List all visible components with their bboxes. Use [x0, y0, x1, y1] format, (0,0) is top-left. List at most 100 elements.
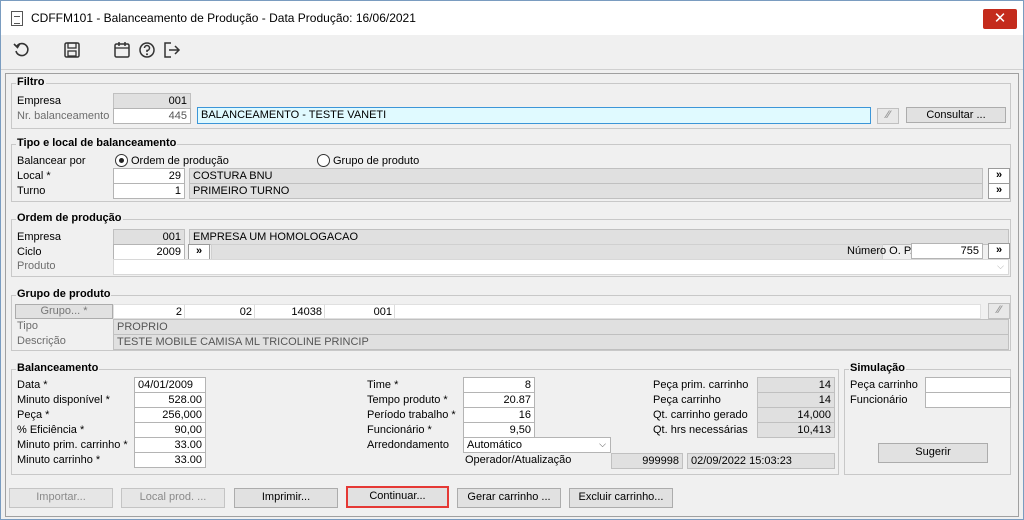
tempo-produto-field[interactable]: 20.87 — [463, 392, 535, 408]
minuto-carrinho-field[interactable]: 33.00 — [134, 452, 206, 468]
balanceamento-title: Balanceamento — [16, 362, 100, 374]
ordem-empresa-label: Empresa — [17, 231, 62, 243]
grupo-codes-row: 2 02 14038 001 — [113, 304, 981, 319]
undo-icon[interactable] — [13, 41, 31, 59]
qt-hrs-necessarias-field: 10,413 — [757, 422, 835, 438]
turno-lookup-button[interactable]: » — [988, 183, 1010, 199]
nr-balanceamento-field[interactable]: 445 — [113, 108, 191, 124]
tempo-produto-label: Tempo produto * — [367, 394, 448, 406]
arredondamento-label: Arredondamento — [367, 439, 449, 451]
descricao-label: Descrição — [17, 335, 66, 347]
consultar-button[interactable]: Consultar ... — [906, 107, 1006, 123]
eficiencia-field[interactable]: 90,00 — [134, 422, 206, 438]
ciclo-field[interactable]: 2009 — [113, 244, 185, 260]
turno-code-field[interactable]: 1 — [113, 183, 185, 199]
funcionario-field[interactable]: 9,50 — [463, 422, 535, 438]
peca-label: Peça * — [17, 409, 50, 421]
minuto-disponivel-label: Minuto disponível * — [17, 394, 110, 406]
radio-ordem-producao[interactable] — [115, 154, 128, 167]
time-field[interactable]: 8 — [463, 377, 535, 393]
local-lookup-button[interactable]: » — [988, 168, 1010, 184]
radio-ordem-label[interactable]: Ordem de produção — [131, 155, 229, 167]
importar-button[interactable]: Importar... — [9, 488, 113, 508]
grupo-button[interactable]: Grupo... * — [15, 304, 113, 319]
sim-peca-carrinho-field[interactable] — [925, 377, 1011, 393]
grupo-edit-button[interactable]: ⁄⁄ — [988, 303, 1010, 319]
save-icon[interactable] — [63, 41, 81, 59]
sugerir-button[interactable]: Sugerir — [878, 443, 988, 463]
empresa-label: Empresa — [17, 95, 62, 107]
funcionario-label: Funcionário * — [367, 424, 432, 436]
grupo-cell-divider — [184, 305, 185, 318]
radio-grupo-label[interactable]: Grupo de produto — [333, 155, 419, 167]
turno-label: Turno — [17, 185, 46, 197]
operador-field: 999998 — [611, 453, 683, 469]
ordem-empresa-code-field: 001 — [113, 229, 185, 245]
atualizacao-field: 02/09/2022 15:03:23 — [687, 453, 835, 469]
grupo-code-4: 001 — [373, 306, 392, 318]
descricao-field: TESTE MOBILE CAMISA ML TRICOLINE PRINCIP — [113, 334, 1009, 350]
qt-hrs-necessarias-label: Qt. hrs necessárias — [653, 424, 748, 436]
sim-funcionario-label: Funcionário — [850, 394, 908, 406]
local-code-field[interactable]: 29 — [113, 168, 185, 184]
arredondamento-dropdown[interactable]: Automático ⌵ — [463, 437, 611, 453]
time-label: Time * — [367, 379, 399, 391]
continuar-button[interactable]: Continuar... — [346, 486, 449, 508]
peca-prim-carrinho-field: 14 — [757, 377, 835, 393]
gerar-carrinho-button[interactable]: Gerar carrinho ... — [457, 488, 561, 508]
sim-funcionario-field[interactable] — [925, 392, 1011, 408]
window-title: CDFFM101 - Balanceamento de Produção - D… — [31, 11, 416, 25]
local-prod-button[interactable]: Local prod. ... — [121, 488, 225, 508]
tipo-local-title: Tipo e local de balanceamento — [16, 137, 178, 149]
edit-button[interactable]: ⁄⁄ — [877, 108, 899, 124]
periodo-trabalho-field[interactable]: 16 — [463, 407, 535, 423]
grupo-cell-divider — [254, 305, 255, 318]
grupo-code-2: 02 — [239, 306, 252, 318]
eficiencia-label: % Eficiência * — [17, 424, 85, 436]
produto-dropdown[interactable]: ⌵ — [113, 259, 1009, 275]
calendar-icon[interactable] — [113, 41, 131, 59]
peca-carrinho-label: Peça carrinho — [653, 394, 721, 406]
local-label: Local * — [17, 170, 51, 182]
sim-peca-carrinho-label: Peça carrinho — [850, 379, 918, 391]
grupo-code-3: 14038 — [291, 306, 322, 318]
tipo-label: Tipo — [17, 320, 38, 332]
numero-op-lookup-button[interactable]: » — [988, 243, 1010, 259]
minuto-prim-carrinho-field[interactable]: 33.00 — [134, 437, 206, 453]
produto-label: Produto — [17, 260, 56, 272]
title-bar: CDFFM101 - Balanceamento de Produção - D… — [1, 1, 1023, 35]
minuto-disponivel-field[interactable]: 528.00 — [134, 392, 206, 408]
operador-label: Operador/Atualização — [465, 454, 572, 466]
radio-grupo-produto[interactable] — [317, 154, 330, 167]
qt-carrinho-gerado-field: 14,000 — [757, 407, 835, 423]
empresa-field: 001 — [113, 93, 191, 109]
toolbar-separator — [1, 69, 1023, 70]
ciclo-description-field — [211, 244, 883, 260]
ciclo-label: Ciclo — [17, 246, 42, 258]
ciclo-lookup-button[interactable]: » — [188, 244, 210, 260]
peca-field[interactable]: 256,000 — [134, 407, 206, 423]
chevron-down-icon: ⌵ — [997, 261, 1004, 271]
excluir-carrinho-button[interactable]: Excluir carrinho... — [569, 488, 673, 508]
close-button[interactable]: ✕ — [983, 9, 1017, 29]
grupo-produto-title: Grupo de produto — [16, 288, 112, 300]
tipo-field: PROPRIO — [113, 319, 1009, 335]
data-label: Data * — [17, 379, 48, 391]
help-icon[interactable] — [138, 41, 156, 59]
balancear-por-label: Balancear por — [17, 155, 86, 167]
balanceamento-description-field[interactable]: BALANCEAMENTO - TESTE VANETI — [197, 107, 871, 124]
minuto-prim-carrinho-label: Minuto prim. carrinho * — [17, 439, 128, 451]
chevron-down-icon: ⌵ — [599, 439, 606, 449]
peca-prim-carrinho-label: Peça prim. carrinho — [653, 379, 749, 391]
document-icon — [11, 11, 23, 26]
data-field[interactable]: 04/01/2009 — [134, 377, 206, 393]
exit-icon[interactable] — [163, 41, 181, 59]
numero-op-field[interactable]: 755 — [911, 243, 983, 259]
app-window: CDFFM101 - Balanceamento de Produção - D… — [0, 0, 1024, 520]
numero-op-label: Número O. P. — [847, 245, 913, 257]
imprimir-button[interactable]: Imprimir... — [234, 488, 338, 508]
local-name-field: COSTURA BNU — [189, 168, 983, 184]
grupo-cell-divider — [324, 305, 325, 318]
arredondamento-value: Automático — [467, 439, 523, 451]
grupo-code-1: 2 — [175, 306, 182, 318]
